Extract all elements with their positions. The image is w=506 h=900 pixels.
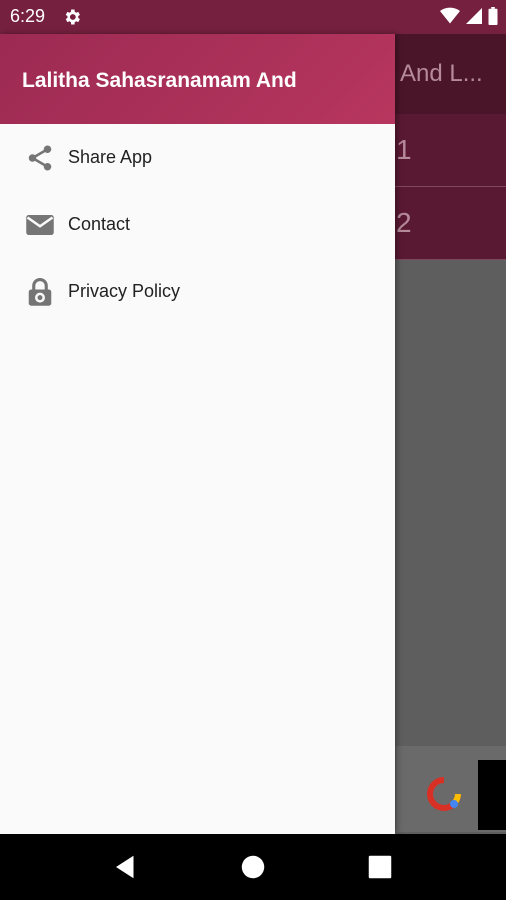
lock-icon [28, 277, 52, 306]
back-icon[interactable] [111, 852, 141, 882]
background-title: And L... [400, 60, 483, 87]
ad-close-area[interactable] [478, 760, 506, 830]
menu-item-label: Contact [68, 214, 131, 234]
menu-item-contact[interactable]: Contact [0, 191, 395, 258]
mail-icon [26, 214, 54, 235]
share-icon [28, 145, 52, 170]
recents-icon[interactable] [365, 852, 395, 882]
drawer-menu: Share App Contact Privacy Policy [0, 124, 395, 325]
adchoices-logo-icon [427, 777, 461, 811]
menu-item-privacy-policy[interactable]: Privacy Policy [0, 258, 395, 325]
battery-icon [488, 7, 498, 25]
menu-item-share-app[interactable]: Share App [0, 124, 395, 191]
menu-item-label: Privacy Policy [68, 281, 181, 301]
status-time: 6:29 [10, 6, 46, 26]
list-item-number: 1 [396, 134, 412, 165]
list-item-number: 2 [396, 207, 412, 238]
home-icon[interactable] [238, 852, 268, 882]
signal-icon [466, 8, 482, 24]
gear-icon [65, 9, 80, 25]
wifi-icon [440, 7, 460, 24]
system-nav-bar [0, 834, 506, 900]
status-bar: 6:29 [0, 0, 506, 34]
drawer-title: Lalitha Sahasranamam And [22, 69, 297, 92]
navigation-drawer: Lalitha Sahasranamam And Share App Conta… [0, 34, 395, 834]
menu-item-label: Share App [68, 147, 153, 167]
drawer-header: Lalitha Sahasranamam And [0, 34, 395, 124]
